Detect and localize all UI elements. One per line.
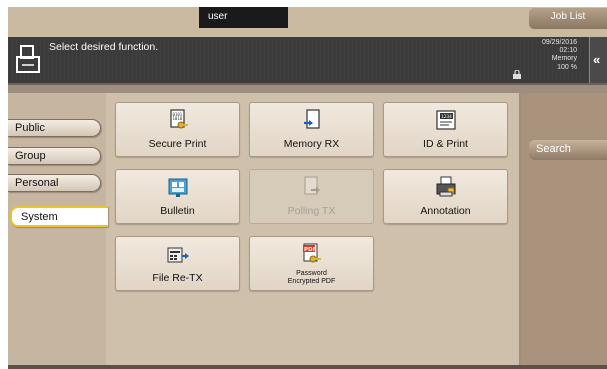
status-readout: 09/29/2016 02:10 Memory 100 %: [527, 39, 577, 72]
memory-rx-label: Memory RX: [283, 138, 340, 150]
bulletin-button[interactable]: Bulletin: [115, 169, 240, 224]
svg-text:1010: 1010: [172, 116, 182, 121]
polling-tx-icon: [304, 176, 320, 195]
search-button[interactable]: Search: [529, 140, 607, 160]
divider: [8, 83, 607, 85]
polling-tx-label: Polling TX: [287, 205, 336, 217]
id-print-icon: 1234: [435, 110, 456, 130]
bulletin-label: Bulletin: [160, 205, 195, 217]
secure-print-label: Secure Print: [148, 138, 207, 150]
memory-rx-icon: [303, 109, 320, 129]
svg-text:PDF: PDF: [304, 247, 317, 253]
password-pdf-label: Password Encrypted PDF: [250, 270, 373, 286]
tab-personal[interactable]: Personal: [8, 174, 101, 192]
message-bar: Select desired function. 09/29/2016 02:1…: [8, 37, 607, 83]
top-bar: user Job List: [8, 7, 607, 37]
job-list-button[interactable]: Job List: [529, 7, 607, 29]
id-print-button[interactable]: 1234 ID & Print: [383, 102, 508, 157]
file-re-tx-button[interactable]: File Re-TX: [115, 236, 240, 291]
file-re-tx-label: File Re-TX: [152, 272, 203, 284]
double-left-arrow-icon: «: [593, 52, 601, 67]
collapse-arrow-button[interactable]: «: [589, 37, 607, 83]
status-time: 02:10: [559, 47, 577, 55]
printer-icon: [16, 45, 40, 73]
status-date: 09/29/2016: [541, 39, 577, 46]
tab-system[interactable]: System: [10, 206, 108, 227]
status-memory-value: 100 %: [557, 63, 577, 71]
message-text: Select desired function.: [49, 41, 159, 53]
annotation-button[interactable]: Annotation: [383, 169, 508, 224]
secure-print-button[interactable]: 0101 1010 Secure Print: [115, 102, 240, 157]
password-pdf-label-line2: Encrypted PDF: [287, 278, 336, 285]
bulletin-icon: [168, 178, 187, 197]
annotation-icon: [436, 176, 455, 197]
tab-public[interactable]: Public: [8, 119, 101, 137]
right-panel: [521, 93, 607, 365]
file-re-tx-icon: [167, 247, 189, 263]
password-pdf-icon: PDF: [302, 243, 321, 263]
svg-text:1234: 1234: [441, 114, 452, 120]
annotation-label: Annotation: [420, 205, 471, 217]
user-name: user: [199, 7, 288, 28]
polling-tx-button[interactable]: Polling TX: [249, 169, 374, 224]
lock-icon: [513, 70, 521, 79]
bottom-border: [8, 365, 607, 369]
secure-print-icon: 0101 1010: [169, 109, 188, 129]
tab-group[interactable]: Group: [8, 147, 101, 165]
id-print-label: ID & Print: [423, 138, 468, 150]
password-pdf-button[interactable]: PDF Password Encrypted PDF: [249, 236, 374, 291]
memory-rx-button[interactable]: Memory RX: [249, 102, 374, 157]
password-pdf-label-line1: Password: [296, 270, 327, 277]
status-memory-label: Memory: [551, 55, 577, 63]
